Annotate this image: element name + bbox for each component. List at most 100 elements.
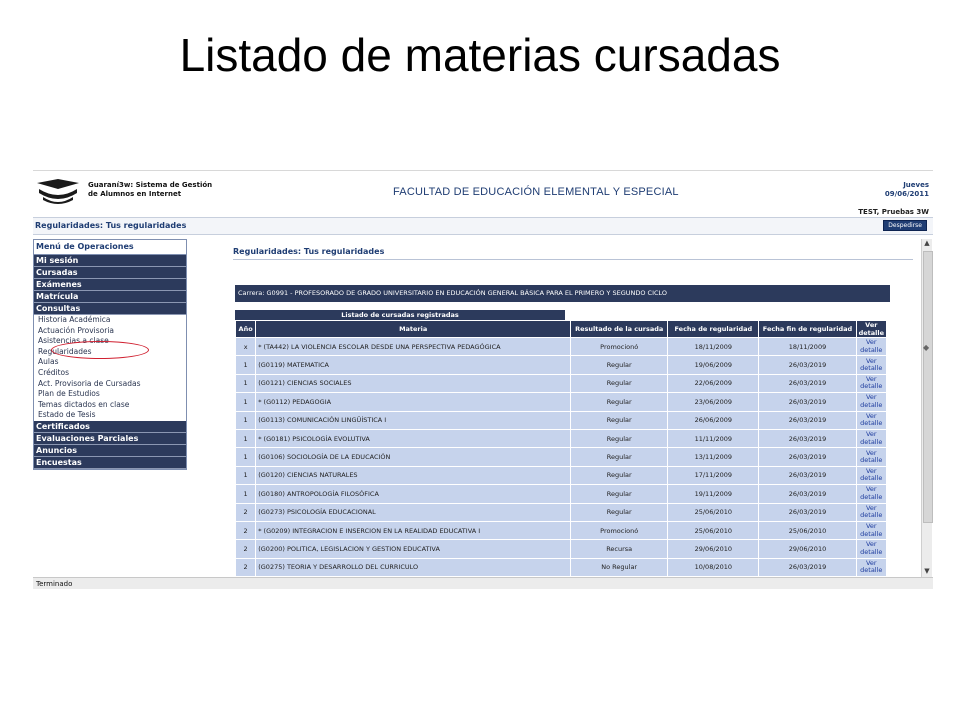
table-row: 1 (G0121) CIENCIAS SOCIALES Regular 22/06/2… — [234, 373, 888, 394]
regularity-end-date-cell: 18/11/2009 — [758, 336, 857, 357]
submenu-item-actuacion-provisoria[interactable]: Actuación Provisoria — [34, 326, 186, 337]
view-detail-line2[interactable]: detalle — [859, 567, 884, 575]
view-detail-line2[interactable]: detalle — [859, 365, 884, 373]
table-row: 1 (G0113) COMUNICACIÓN LINGÜÍSTICA I Regul… — [234, 410, 888, 430]
table-row: 1 * (G0112) PEDAGOGIA Regular 23/06/2009 26/… — [234, 392, 888, 412]
regularities-table: Año Materia Resultado de la cursada Fecha d… — [234, 320, 888, 578]
regularity-date-cell: 18/11/2009 — [667, 336, 760, 357]
result-cell: Promocionó — [570, 336, 669, 357]
view-detail-link[interactable]: Ver detalle — [855, 373, 888, 394]
result-cell: No Regular — [570, 557, 669, 578]
view-detail-line2[interactable]: detalle — [859, 457, 884, 465]
menu-item-certificados[interactable]: Certificados — [34, 420, 186, 433]
submenu-item-act-provisoria-de-cursadas[interactable]: Act. Provisoria de Cursadas — [34, 379, 186, 390]
content-title: Regularidades: Tus regularidades — [233, 247, 385, 256]
menu-item-evaluaciones-parciales[interactable]: Evaluaciones Parciales — [34, 432, 186, 445]
column-header-resultado-de-la-cursada: Resultado de la cursada — [570, 320, 669, 338]
view-detail-link[interactable]: Ver detalle — [855, 502, 888, 522]
submenu-item-creditos[interactable]: Créditos — [34, 368, 186, 379]
table-row: x * (TA442) LA VIOLENCIA ESCOLAR DESDE UN… — [234, 336, 888, 357]
column-header-fecha-fin-de-regularidad: Fecha fin de regularidad — [758, 320, 857, 338]
menu-item-encuestas[interactable]: Encuestas — [34, 456, 186, 469]
scroll-thumb[interactable] — [923, 251, 933, 523]
submenu-item-plan-de-estudios[interactable]: Plan de Estudios — [34, 389, 186, 400]
view-detail-line2[interactable]: detalle — [859, 493, 884, 502]
view-detail-line2[interactable]: detalle — [859, 346, 884, 355]
year-cell: 1 — [234, 447, 257, 467]
view-detail-link[interactable]: Ver detalle — [855, 428, 888, 449]
year-cell: 2 — [234, 520, 257, 541]
menu-item-cursadas[interactable]: Cursadas — [34, 267, 186, 279]
view-detail-link[interactable]: Ver detalle — [855, 520, 888, 541]
view-detail-link[interactable]: Ver detalle — [855, 557, 888, 578]
page-title-bar: Regularidades: Tus regularidades — [33, 217, 933, 235]
table-caption: Listado de cursadas registradas — [235, 310, 565, 320]
menu-title: Menú de Operaciones — [34, 240, 186, 255]
app-name: Guaraní3w: Sistema de Gestión de Alumnos… — [88, 181, 213, 198]
table-row: 2 * (G0209) INTEGRACION E INSERCION EN LA… — [234, 520, 888, 541]
table-row: 1 (G0120) CIENCIAS NATURALES Regular 17/11/… — [234, 465, 888, 486]
submenu-item-historia-academica[interactable]: Historia Académica — [34, 315, 186, 326]
view-detail-line2[interactable]: detalle — [859, 475, 884, 483]
menu-item-consultas[interactable]: Consultas — [34, 303, 186, 315]
regularity-end-date-cell: 29/06/2010 — [758, 539, 857, 559]
view-detail-link[interactable]: Ver detalle — [855, 447, 888, 467]
logout-button[interactable]: Despedirse — [883, 220, 927, 231]
regularity-end-date-cell: 26/03/2019 — [758, 465, 857, 486]
faculty-name: FACULTAD DE EDUCACIÓN ELEMENTAL Y ESPECI… — [393, 186, 679, 198]
university-logo — [37, 179, 79, 204]
table-row: 2 (G0273) PSICOLOGÍA EDUCACIONAL Regular 25… — [234, 502, 888, 522]
scroll-down-arrow-icon[interactable]: ▼ — [922, 567, 932, 577]
view-detail-line2[interactable]: detalle — [859, 530, 884, 539]
year-cell: 2 — [234, 502, 257, 522]
year-cell: 1 — [234, 465, 257, 486]
view-detail-link[interactable]: Ver detalle — [855, 355, 888, 375]
column-header-fecha-de-regularidad: Fecha de regularidad — [667, 320, 760, 338]
result-cell: Regular — [570, 447, 669, 467]
page-title: Regularidades: Tus regularidades — [35, 221, 187, 230]
view-detail-line2[interactable]: detalle — [859, 438, 884, 447]
view-detail-line2[interactable]: detalle — [859, 401, 884, 410]
regularity-date-cell: 19/06/2009 — [667, 355, 760, 375]
regularity-end-date-cell: 26/03/2019 — [758, 410, 857, 430]
regularity-date-cell: 22/06/2009 — [667, 373, 760, 394]
year-cell: 2 — [234, 539, 257, 559]
subject-cell: * (G0209) INTEGRACION E INSERCION EN LA … — [255, 520, 572, 541]
regularity-date-cell: 23/06/2009 — [667, 392, 760, 412]
view-detail-line2[interactable]: detalle — [859, 548, 884, 557]
subject-cell: (G0275) TEORIA Y DESARROLLO DEL CURRICUL… — [255, 557, 572, 578]
view-detail-link[interactable]: Ver detalle — [855, 484, 888, 504]
column-header-ano: Año — [234, 320, 257, 338]
result-cell: Promocionó — [570, 520, 669, 541]
regularity-date-cell: 11/11/2009 — [667, 428, 760, 449]
subject-cell: (G0200) POLITICA, LEGISLACION Y GESTION … — [255, 539, 572, 559]
scroll-up-arrow-icon[interactable]: ▲ — [922, 239, 932, 249]
regularity-date-cell: 17/11/2009 — [667, 465, 760, 486]
view-detail-link[interactable]: Ver detalle — [855, 392, 888, 412]
view-detail-link[interactable]: Ver detalle — [855, 336, 888, 357]
year-cell: 2 — [234, 557, 257, 578]
view-detail-link[interactable]: Ver detalle — [855, 539, 888, 559]
view-detail-line2[interactable]: detalle — [859, 512, 884, 520]
vertical-scrollbar[interactable]: ▲ ▼ — [921, 239, 933, 577]
menu-item-anuncios[interactable]: Anuncios — [34, 444, 186, 457]
table-row: 1 (G0119) MATEMATICA Regular 19/06/2009 26/0… — [234, 355, 888, 375]
result-cell: Regular — [570, 502, 669, 522]
view-detail-link[interactable]: Ver detalle — [855, 465, 888, 486]
view-detail-line2[interactable]: detalle — [859, 383, 884, 391]
view-detail-link[interactable]: Ver detalle — [855, 410, 888, 430]
menu-item-matricula[interactable]: Matrícula — [34, 291, 186, 303]
menu-item-mi-sesion[interactable]: Mi sesión — [34, 255, 186, 267]
subject-cell: (G0273) PSICOLOGÍA EDUCACIONAL — [255, 502, 572, 522]
submenu-item-aulas[interactable]: Aulas — [34, 357, 186, 368]
submenu-item-temas-dictados-en-clase[interactable]: Temas dictados en clase — [34, 400, 186, 411]
menu-item-examenes[interactable]: Exámenes — [34, 279, 186, 291]
submenu-item-estado-de-tesis[interactable]: Estado de Tesis — [34, 410, 186, 421]
regularity-date-cell: 19/11/2009 — [667, 484, 760, 504]
regularity-end-date-cell: 26/03/2019 — [758, 392, 857, 412]
result-cell: Regular — [570, 355, 669, 375]
view-detail-line2[interactable]: detalle — [859, 420, 884, 428]
slide-title: Listado de materias cursadas — [179, 29, 781, 81]
regularity-date-cell: 10/08/2010 — [667, 557, 760, 578]
year-cell: x — [234, 336, 257, 357]
